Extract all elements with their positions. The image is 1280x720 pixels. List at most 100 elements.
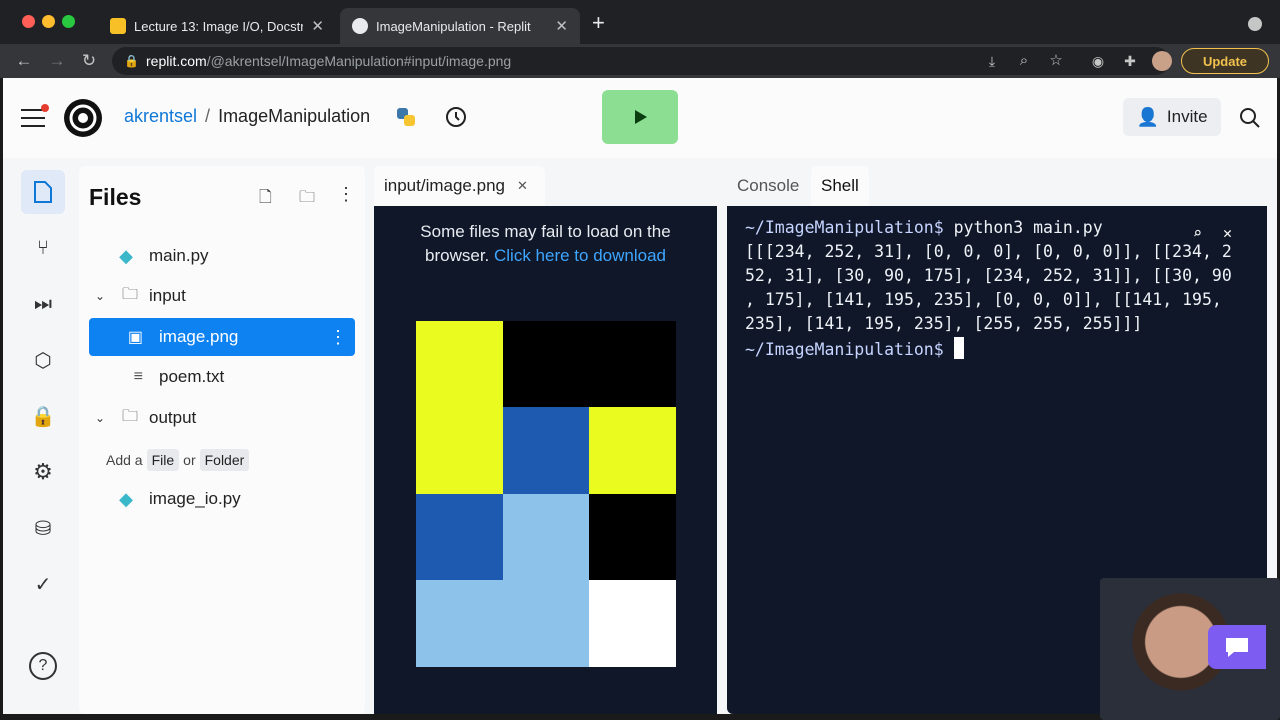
- repl-name[interactable]: ImageManipulation: [218, 106, 370, 127]
- help-icon: ?: [29, 652, 57, 680]
- new-folder-icon[interactable]: 🗀: [299, 186, 315, 213]
- update-button[interactable]: Update: [1181, 48, 1269, 74]
- folder-item-input[interactable]: ⌄ 🗀 input: [89, 277, 355, 315]
- file-item-poem-txt[interactable]: ≡ poem.txt: [89, 358, 355, 396]
- file-item-image-png[interactable]: ▣ image.png ⋮: [89, 318, 355, 356]
- download-link[interactable]: Click here to download: [494, 246, 666, 265]
- replit-workspace: akrentsel / ImageManipulation 👤 Invite ⑂: [3, 78, 1277, 714]
- shell-output-line: , 175], [141, 195, 235], [0, 0, 0]], [[1…: [745, 290, 1222, 309]
- image-pixel: [502, 321, 590, 408]
- browser-toolbar: ← → ↻ 🔒 replit.com/@akrentsel/ImageManip…: [0, 44, 1280, 78]
- new-tab-icon[interactable]: +: [592, 10, 605, 36]
- image-viewer: Some files may fail to load on the brows…: [374, 206, 717, 714]
- packages-button[interactable]: ⬡: [21, 338, 65, 382]
- files-tool-button[interactable]: [21, 170, 65, 214]
- shell-command: python3 main.py: [953, 218, 1103, 237]
- replit-favicon-icon: [352, 18, 368, 34]
- file-item-main-py[interactable]: ◆ main.py: [89, 237, 355, 275]
- folder-name: output: [149, 408, 197, 427]
- bookmark-star-icon[interactable]: ☆: [1044, 44, 1068, 78]
- close-tab-icon[interactable]: ✕: [517, 178, 528, 194]
- zoom-icon[interactable]: ⌕: [1012, 44, 1036, 78]
- tab-title: ImageManipulation - Replit: [376, 18, 531, 34]
- secrets-button[interactable]: 🔒: [21, 394, 65, 438]
- add-folder-button[interactable]: Folder: [199, 449, 250, 471]
- browser-tab-replit[interactable]: ImageManipulation - Replit ✕: [340, 8, 580, 44]
- folder-icon: 🗀: [121, 407, 138, 425]
- history-icon[interactable]: [444, 105, 468, 129]
- notification-dot: [41, 104, 49, 112]
- add-or: or: [183, 452, 196, 468]
- slides-icon: [110, 18, 126, 34]
- new-file-icon[interactable]: 🗋: [259, 186, 272, 213]
- image-pixel: [589, 493, 677, 581]
- image-preview: [416, 321, 677, 667]
- image-file-icon: ▣: [127, 329, 143, 346]
- search-icon[interactable]: [1238, 106, 1262, 130]
- add-file-button[interactable]: File: [146, 449, 180, 471]
- add-user-icon: 👤: [1136, 106, 1159, 127]
- replit-logo-icon[interactable]: [62, 97, 104, 139]
- image-pixel: [416, 579, 503, 667]
- settings-button[interactable]: ⚙: [21, 450, 65, 494]
- folder-item-output[interactable]: ⌄ 🗀 output: [89, 399, 355, 437]
- back-icon[interactable]: ←: [12, 44, 36, 78]
- editor-tab[interactable]: input/image.png ✕: [374, 166, 545, 206]
- close-tab-icon[interactable]: ✕: [555, 17, 568, 35]
- puzzle-icon[interactable]: ✚: [1118, 44, 1142, 78]
- python-file-icon: ◆: [119, 245, 133, 266]
- breadcrumb: akrentsel / ImageManipulation: [124, 106, 370, 127]
- minimize-window-button[interactable]: [42, 15, 55, 28]
- image-pixel: [416, 321, 503, 408]
- shell-prompt: ~/ImageManipulation$: [745, 340, 944, 359]
- version-control-button[interactable]: ⑂: [21, 226, 65, 270]
- unit-tests-button[interactable]: ✓: [21, 562, 65, 606]
- play-icon: [635, 110, 647, 124]
- add-to-folder-hint: Add a File or Folder: [106, 449, 250, 471]
- run-button[interactable]: [602, 90, 678, 144]
- reload-icon[interactable]: ↻: [77, 44, 101, 78]
- tab-title: Lecture 13: Image I/O, Docstrin: [134, 18, 304, 34]
- python-language-icon[interactable]: [394, 105, 418, 129]
- folder-name: input: [149, 286, 186, 305]
- branch-icon: ⑂: [37, 236, 49, 259]
- image-pixel: [589, 579, 677, 667]
- file-item-image-io-py[interactable]: ◆ image_io.py: [89, 480, 355, 518]
- tab-console[interactable]: Console: [727, 166, 809, 206]
- owner-link[interactable]: akrentsel: [124, 106, 197, 127]
- zoom-window-button[interactable]: [62, 15, 75, 28]
- console-tab-bar: Console Shell: [727, 166, 1277, 206]
- shell-prompt: ~/ImageManipulation$: [745, 218, 944, 237]
- browser-tab-strip: Lecture 13: Image I/O, Docstrin ✕ ImageM…: [0, 0, 1280, 44]
- browser-tab-lecture[interactable]: Lecture 13: Image I/O, Docstrin ✕: [98, 8, 336, 44]
- image-pixel: [416, 493, 503, 581]
- add-prefix: Add a: [106, 452, 143, 468]
- close-window-button[interactable]: [22, 15, 35, 28]
- profile-avatar[interactable]: [1152, 51, 1172, 71]
- file-name: image.png: [159, 327, 239, 346]
- help-button[interactable]: ?: [21, 644, 65, 688]
- tab-search-icon[interactable]: [1248, 17, 1262, 31]
- invite-button[interactable]: 👤 Invite: [1123, 98, 1221, 136]
- forward-icon[interactable]: →: [45, 44, 69, 78]
- chat-button[interactable]: [1208, 625, 1266, 669]
- shell-search-icon[interactable]: ⌕: [1193, 224, 1215, 246]
- database-button[interactable]: ⛁: [21, 506, 65, 550]
- close-tab-icon[interactable]: ✕: [311, 17, 324, 35]
- tab-shell[interactable]: Shell: [811, 166, 869, 206]
- extension-icon[interactable]: ◉: [1086, 44, 1110, 78]
- chat-icon: [1226, 638, 1248, 657]
- lock-icon: 🔒: [124, 54, 139, 68]
- menu-icon[interactable]: [21, 104, 49, 127]
- shell-close-icon[interactable]: ✕: [1223, 224, 1245, 246]
- invite-label: Invite: [1166, 107, 1208, 126]
- debugger-button[interactable]: ⏭: [21, 282, 65, 326]
- image-pixel: [502, 407, 590, 495]
- folder-icon: 🗀: [121, 285, 138, 303]
- more-options-icon[interactable]: ⋮: [337, 184, 355, 205]
- file-options-icon[interactable]: ⋮: [329, 327, 355, 348]
- install-icon[interactable]: ⤓: [980, 44, 1004, 78]
- image-pixel: [589, 321, 677, 408]
- files-panel: Files 🗋 🗀 ⋮ ◆ main.py ⌄ 🗀 input ▣ image.…: [79, 166, 365, 714]
- python-file-icon: ◆: [119, 488, 133, 509]
